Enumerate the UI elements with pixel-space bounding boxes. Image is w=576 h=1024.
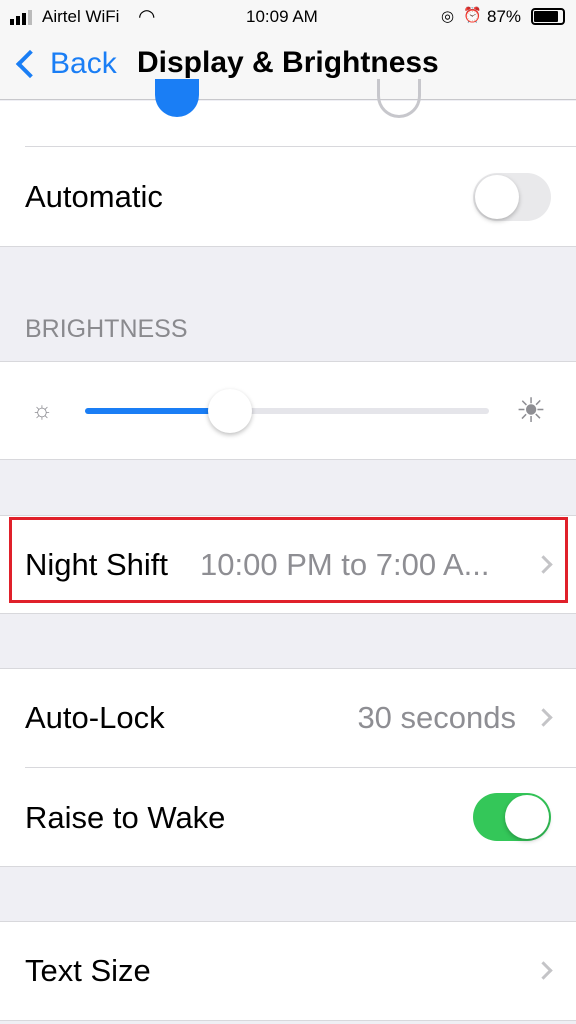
automatic-label: Automatic xyxy=(25,179,163,214)
back-button[interactable]: Back xyxy=(10,42,117,86)
slider-thumb[interactable] xyxy=(208,389,253,433)
chevron-right-icon xyxy=(534,708,553,727)
appearance-dark-radio[interactable] xyxy=(377,79,421,118)
carrier: Airtel WiFi xyxy=(42,7,120,26)
brightness-slider[interactable] xyxy=(85,389,489,433)
auto-lock-label: Auto-Lock xyxy=(25,700,165,735)
auto-lock-row[interactable]: Auto-Lock 30 seconds xyxy=(0,668,576,767)
back-label: Back xyxy=(50,47,117,80)
battery-percent: 87% xyxy=(487,7,522,26)
appearance-section: Automatic xyxy=(0,79,576,247)
brightness-high-icon: ☀ xyxy=(515,392,547,430)
status-bar: Airtel WiFi ◠ 10:09 AM ◎ ⏰ 87% xyxy=(0,0,576,34)
wifi-icon: ◠ xyxy=(138,6,156,28)
chevron-right-icon xyxy=(534,961,553,980)
brightness-section: ☼ ☀ xyxy=(0,361,576,460)
raise-to-wake-toggle[interactable] xyxy=(473,793,551,841)
signal-icon xyxy=(10,10,32,25)
battery-icon xyxy=(531,8,565,25)
automatic-toggle[interactable] xyxy=(473,173,551,221)
appearance-light-radio[interactable] xyxy=(155,79,199,117)
text-size-row[interactable]: Text Size xyxy=(0,921,576,1021)
chevron-left-icon xyxy=(15,49,45,79)
alarm-icon: ⏰ xyxy=(463,7,482,24)
clock: 10:09 AM xyxy=(246,7,318,26)
highlight-box xyxy=(9,517,568,603)
page-title: Display & Brightness xyxy=(137,46,439,79)
rotation-lock-icon: ◎ xyxy=(441,8,455,25)
brightness-header: BRIGHTNESS xyxy=(25,315,188,343)
brightness-low-icon: ☼ xyxy=(31,397,53,424)
nav-bar: Back Display & Brightness xyxy=(0,34,576,100)
auto-lock-value: 30 seconds xyxy=(357,700,516,735)
text-size-label: Text Size xyxy=(25,953,151,988)
raise-to-wake-label: Raise to Wake xyxy=(25,800,226,835)
lock-section: Auto-Lock 30 seconds Raise to Wake xyxy=(0,668,576,867)
